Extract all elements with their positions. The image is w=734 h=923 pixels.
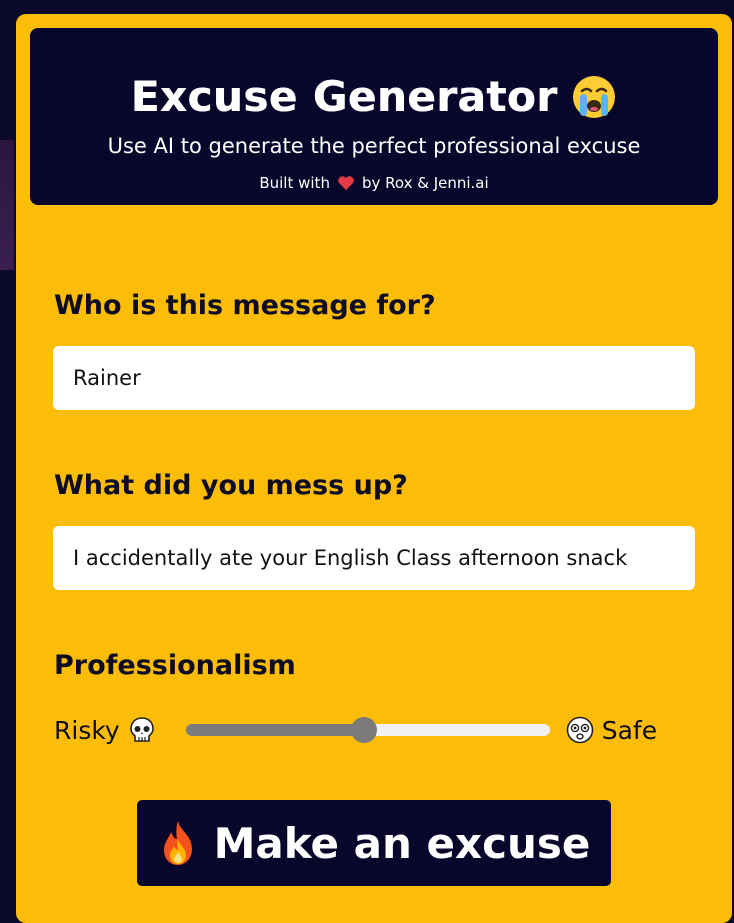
professionalism-label: Professionalism xyxy=(54,650,296,681)
slider-thumb[interactable] xyxy=(351,717,378,743)
professionalism-slider[interactable] xyxy=(185,717,550,743)
skull-icon xyxy=(128,716,156,744)
professionalism-slider-row: Risky Safe xyxy=(54,706,694,754)
recipient-label: Who is this message for? xyxy=(54,290,436,321)
background-strip xyxy=(0,140,14,270)
risky-label: Risky xyxy=(54,715,120,745)
dizzy-face-icon xyxy=(566,716,594,744)
title-row: Excuse Generator xyxy=(30,74,718,120)
heart-icon xyxy=(337,175,355,191)
make-excuse-button[interactable]: Make an excuse xyxy=(137,800,611,886)
recipient-input[interactable] xyxy=(53,346,695,410)
header-banner: Excuse Generator Use AI to generate the … xyxy=(30,28,718,205)
app-title: Excuse Generator xyxy=(130,72,558,121)
crying-face-icon xyxy=(571,74,617,120)
slider-fill xyxy=(185,724,365,736)
built-with-credit: Built with by Rox & Jenni.ai xyxy=(30,174,718,192)
fire-icon xyxy=(158,819,198,867)
built-with-suffix: by Rox & Jenni.ai xyxy=(361,174,489,192)
page: Excuse Generator Use AI to generate the … xyxy=(0,0,734,923)
safe-label: Safe xyxy=(601,715,658,745)
mistake-label: What did you mess up? xyxy=(54,470,408,501)
built-with-prefix: Built with xyxy=(259,174,330,192)
app-subtitle: Use AI to generate the perfect professio… xyxy=(107,134,641,158)
make-excuse-label: Make an excuse xyxy=(213,818,591,868)
mistake-input[interactable] xyxy=(53,526,695,590)
excuse-card: Excuse Generator Use AI to generate the … xyxy=(16,14,732,923)
